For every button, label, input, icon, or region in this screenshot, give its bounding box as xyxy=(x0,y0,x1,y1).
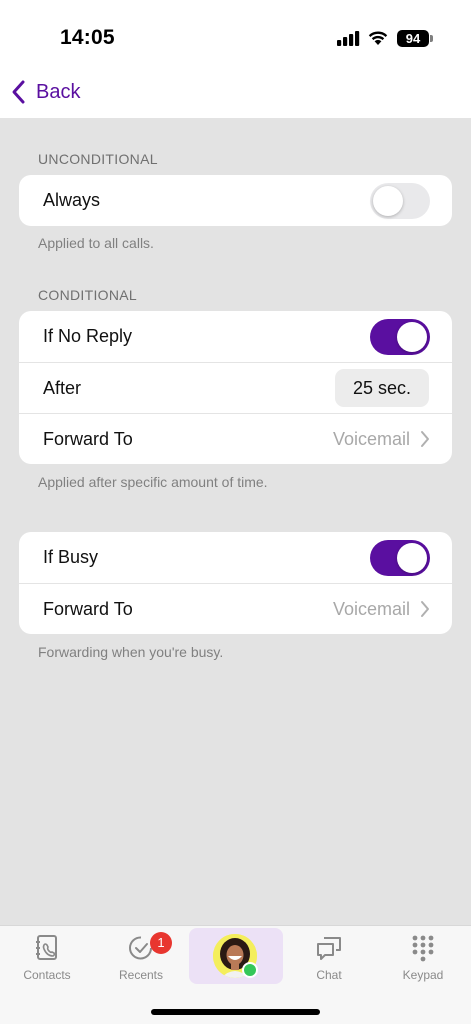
contacts-book-icon xyxy=(36,935,57,960)
busy-forward-to-value[interactable]: Voicemail xyxy=(333,599,430,620)
unconditional-header: UNCONDITIONAL xyxy=(38,151,158,167)
toggle-knob xyxy=(397,321,427,352)
busy-forward-to-row[interactable]: Forward To Voicemail xyxy=(19,583,452,634)
cellular-signal-icon xyxy=(337,31,360,46)
back-button[interactable]: Back xyxy=(8,76,80,108)
if-busy-label: If Busy xyxy=(43,547,99,567)
busy-footer: Forwarding when you're busy. xyxy=(38,644,224,660)
chevron-right-icon xyxy=(421,601,429,617)
forward-to-value-text: Voicemail xyxy=(332,428,410,449)
tab-keypad-label: Keypad xyxy=(402,968,444,982)
no-reply-label: If No Reply xyxy=(43,326,133,346)
unconditional-footer: Applied to all calls. xyxy=(38,235,154,251)
recents-badge: 1 xyxy=(150,932,172,954)
tab-contacts[interactable]: Contacts xyxy=(0,932,94,988)
no-reply-row: If No Reply xyxy=(19,311,452,362)
tab-contacts-label: Contacts xyxy=(23,968,71,982)
forward-to-label: Forward To xyxy=(43,428,133,449)
conditional-footer: Applied after specific amount of time. xyxy=(38,474,268,490)
status-bar: 14:05 94 xyxy=(0,0,471,66)
battery-tip xyxy=(430,35,433,42)
after-duration-button[interactable]: 25 sec. xyxy=(334,369,429,407)
forward-to-row[interactable]: Forward To Voicemail xyxy=(19,413,452,464)
chevron-left-icon xyxy=(12,80,25,104)
home-indicator xyxy=(151,1009,320,1015)
tab-recents[interactable]: 1 Recents xyxy=(94,932,188,988)
after-label: After xyxy=(43,377,82,398)
conditional-header: CONDITIONAL xyxy=(38,287,137,303)
busy-card: If Busy Forward To Voicemail xyxy=(19,532,452,634)
navigation-bar: Back xyxy=(0,66,471,118)
after-row: After 25 sec. xyxy=(19,362,452,413)
tab-recents-label: Recents xyxy=(118,968,164,982)
tab-chat[interactable]: Chat xyxy=(282,932,376,988)
wifi-icon xyxy=(368,31,388,45)
keypad-dots-icon xyxy=(412,935,434,962)
back-label: Back xyxy=(36,80,81,103)
busy-forward-to-value-text: Voicemail xyxy=(332,598,410,619)
tab-chat-label: Chat xyxy=(316,968,342,982)
tab-keypad[interactable]: Keypad xyxy=(376,932,470,988)
no-reply-toggle[interactable] xyxy=(370,318,430,355)
battery-indicator: 94 xyxy=(397,30,429,47)
presence-status-dot xyxy=(242,962,258,978)
always-row: Always xyxy=(19,175,452,226)
toggle-knob xyxy=(397,542,427,573)
unconditional-card: Always xyxy=(19,175,452,226)
forward-to-value[interactable]: Voicemail xyxy=(333,429,430,450)
busy-forward-to-label: Forward To xyxy=(43,598,133,619)
always-toggle[interactable] xyxy=(370,182,430,219)
toggle-knob xyxy=(373,185,403,216)
chevron-right-icon xyxy=(421,431,429,447)
status-time: 14:05 xyxy=(60,26,115,49)
if-busy-toggle[interactable] xyxy=(370,539,430,576)
tab-profile[interactable] xyxy=(189,928,283,984)
conditional-card: If No Reply After 25 sec. Forward To Voi… xyxy=(19,311,452,464)
always-label: Always xyxy=(43,190,101,210)
if-busy-row: If Busy xyxy=(19,532,452,583)
chat-bubbles-icon xyxy=(317,937,341,960)
